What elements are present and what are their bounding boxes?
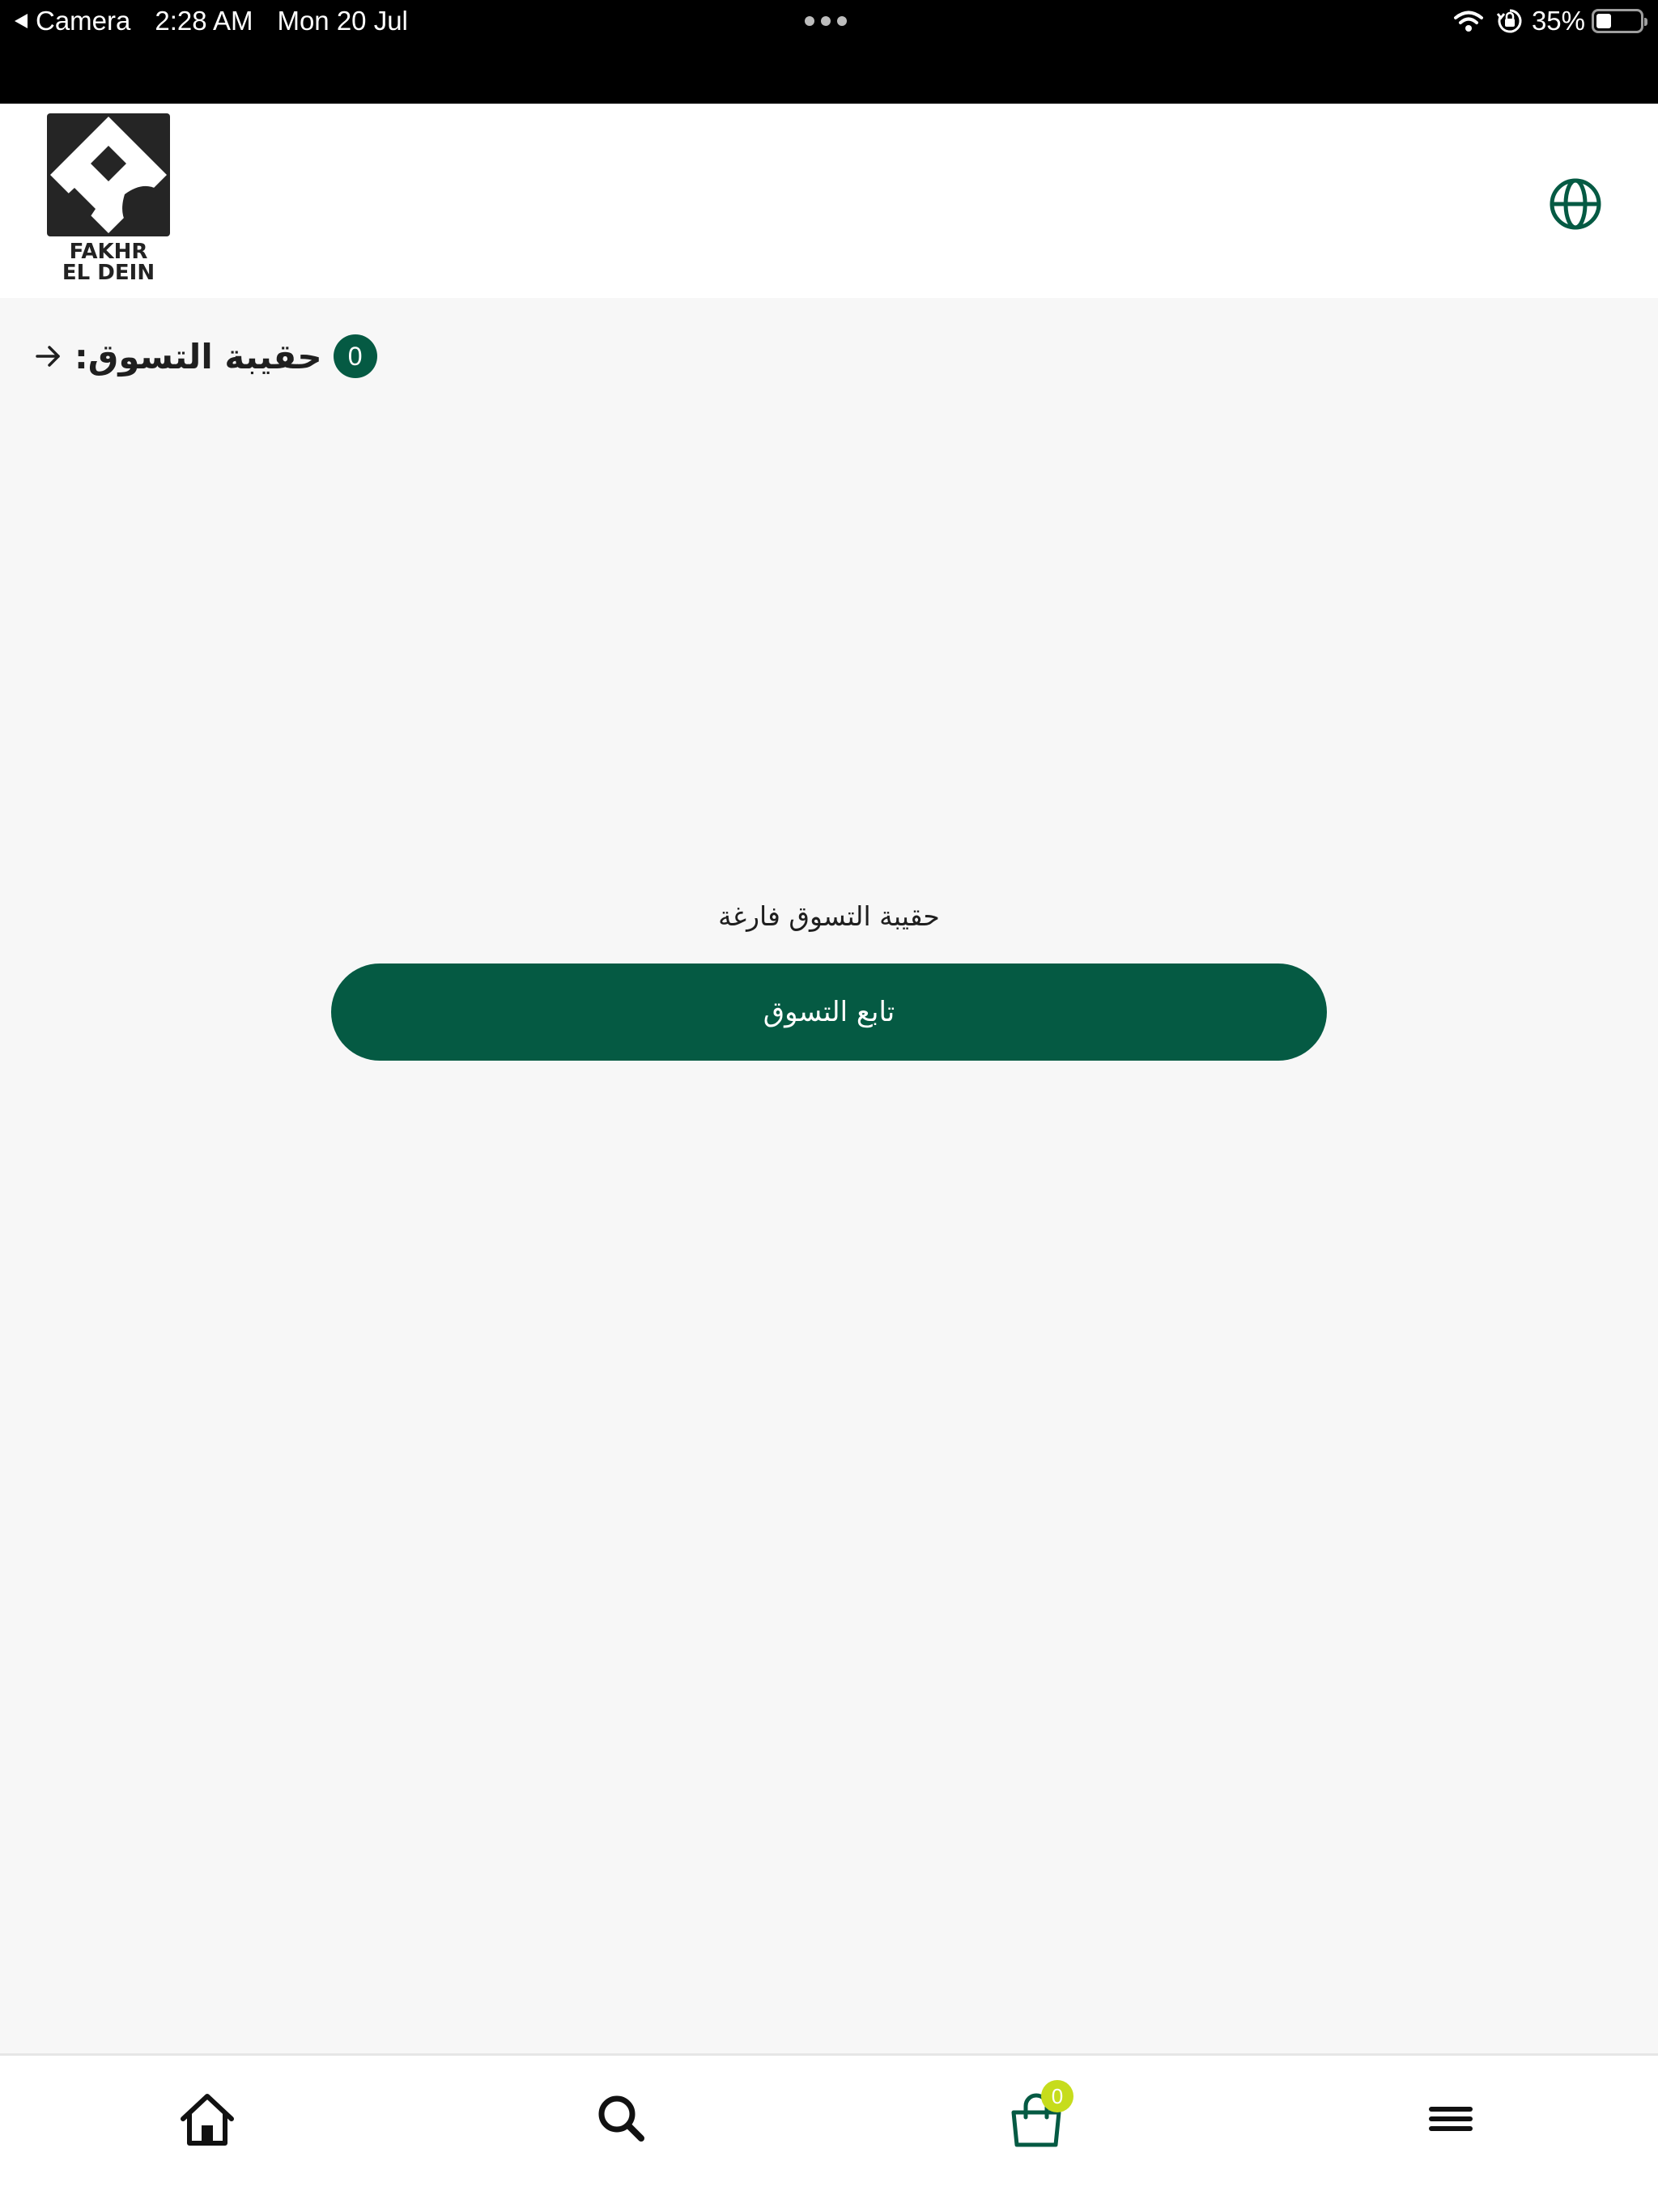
globe-icon [1550,178,1601,230]
status-date: Mon 20 Jul [277,6,408,36]
battery-percent: 35% [1531,6,1585,36]
nav-search-button[interactable] [589,2087,654,2151]
bottom-navigation: 0 [0,2053,1658,2212]
cart-badge: 0 [1041,2080,1073,2112]
battery-icon [1592,9,1647,33]
logo-wordmark: FAKHR EL DEIN [47,241,170,283]
search-icon [598,2095,644,2142]
status-bar-right: 35% [1452,6,1647,36]
orientation-lock-icon [1496,9,1522,33]
cart-title-row: حقيبة التسوق: 0 [32,332,377,381]
continue-shopping-button[interactable]: تابع التسوق [331,963,1327,1061]
nav-menu-button[interactable] [1418,2087,1483,2151]
cart-title: حقيبة التسوق: [74,336,322,376]
nav-cart-button[interactable]: 0 [1004,2080,1073,2151]
cart-count-badge: 0 [333,334,377,378]
logo-line1: FAKHR [69,240,148,264]
language-globe-button[interactable] [1546,175,1605,233]
multitasking-dots-icon[interactable] [805,16,847,26]
home-icon [181,2094,234,2146]
wifi-icon [1453,11,1483,32]
status-bar-left[interactable]: Camera 2:28 AM Mon 20 Jul [15,6,408,36]
logo-mark-icon [47,113,170,236]
brand-logo[interactable]: FAKHR EL DEIN [47,113,170,291]
battery-level [1596,14,1612,28]
app-header: FAKHR EL DEIN [0,104,1658,298]
status-time: 2:28 AM [155,6,253,36]
logo-line2: EL DEIN [62,261,155,285]
empty-cart-message: حقيبة التسوق فارغة [718,900,940,932]
hamburger-menu-icon [1429,2107,1473,2131]
back-to-app-icon[interactable] [15,14,28,28]
nav-home-button[interactable] [175,2087,240,2151]
status-bar: Camera 2:28 AM Mon 20 Jul 35% [0,0,1658,104]
back-app-label[interactable]: Camera [36,6,130,36]
back-arrow-icon[interactable] [32,340,65,372]
